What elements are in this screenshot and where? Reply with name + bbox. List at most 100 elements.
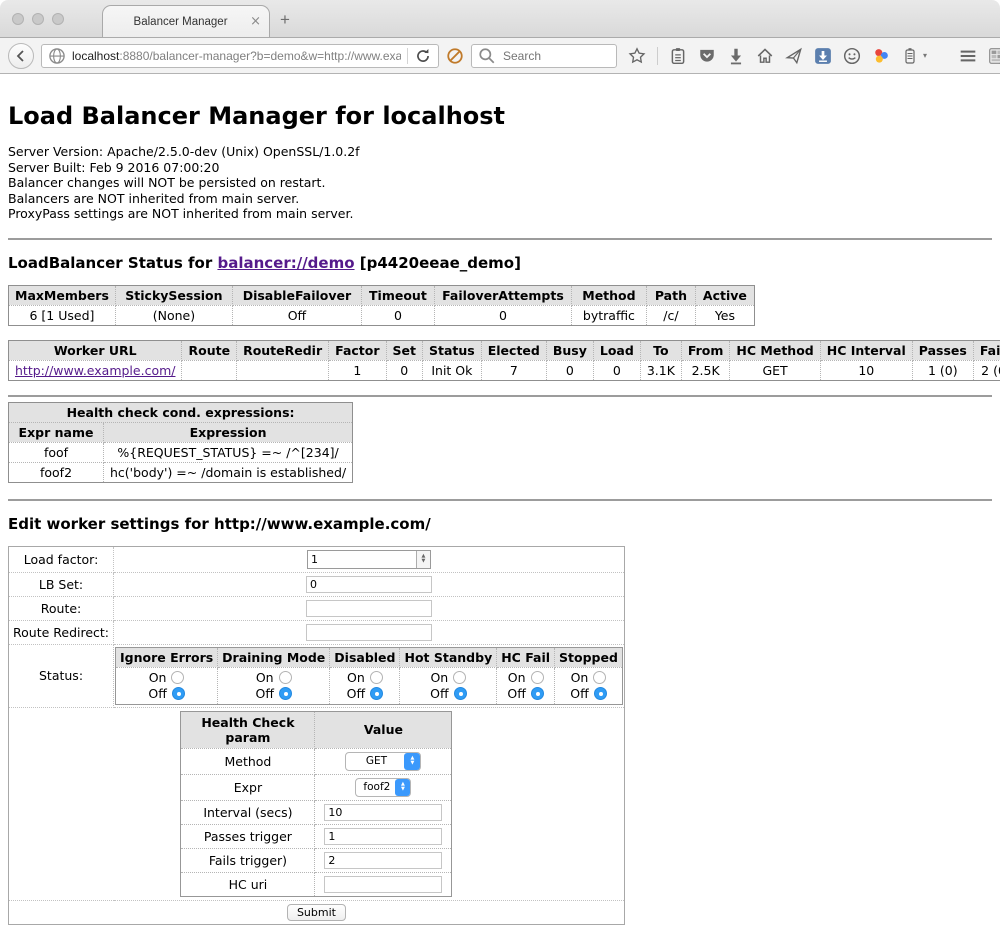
search-bar[interactable] [471, 44, 617, 68]
cell: 0 [434, 305, 571, 325]
cell: 3.1K [640, 360, 681, 380]
radio-stopped-off[interactable] [594, 687, 607, 700]
colored-dots-icon[interactable] [872, 47, 890, 65]
home-icon[interactable] [756, 47, 774, 65]
pocket-icon[interactable] [698, 47, 716, 65]
window-controls [12, 13, 64, 25]
header-cell: Path [646, 285, 695, 305]
hc-method-select[interactable]: GET ▲▼ [345, 752, 421, 771]
route-input[interactable] [306, 600, 432, 617]
cell: Off [232, 305, 361, 325]
radio-hc-fail-off[interactable] [531, 687, 544, 700]
downloads-icon[interactable] [727, 47, 745, 65]
worker-url-link[interactable]: http://www.example.com/ [15, 363, 175, 378]
minimize-window-button[interactable] [32, 13, 44, 25]
form-row-load-factor: Load factor: ▲▼ [9, 546, 625, 572]
radio-hc-fail-on[interactable] [531, 671, 544, 684]
send-plane-icon[interactable] [785, 47, 803, 65]
submit-button[interactable]: Submit [287, 904, 346, 921]
tab-balancer-manager[interactable]: Balancer Manager × [102, 5, 270, 37]
table-header-row: MaxMembers StickySession DisableFailover… [9, 285, 755, 305]
header-cell: Set [386, 340, 422, 360]
cell [182, 360, 237, 380]
table-row: foof %{REQUEST_STATUS} =~ /^[234]/ [9, 442, 353, 462]
radio-ignore-errors-on[interactable] [171, 671, 184, 684]
page-title: Load Balancer Manager for localhost [8, 102, 992, 130]
header-cell: HC Interval [820, 340, 912, 360]
url-divider [407, 48, 408, 64]
balancer-status-table: MaxMembers StickySession DisableFailover… [8, 285, 755, 326]
header-cell: Route [182, 340, 237, 360]
back-button[interactable] [8, 43, 34, 69]
browser-window: Balancer Manager × + localhost:8880/bala… [0, 0, 1000, 927]
hc-row-passes: Passes trigger [181, 824, 452, 848]
status-label: Status: [9, 644, 114, 707]
url-bar[interactable]: localhost:8880/balancer-manager?b=demo&w… [41, 44, 439, 68]
radio-draining-mode-off[interactable] [279, 687, 292, 700]
loadbalancer-status-heading: LoadBalancer Status for balancer://demo … [8, 254, 992, 272]
hc-row-fails: Fails trigger) [181, 848, 452, 872]
edit-worker-heading: Edit worker settings for http://www.exam… [8, 515, 992, 533]
radio-stopped-on[interactable] [593, 671, 606, 684]
cell: (None) [115, 305, 232, 325]
header-cell: Active [695, 285, 754, 305]
cell: 0 [386, 360, 422, 380]
cell: GET [730, 360, 820, 380]
url-text[interactable]: localhost:8880/balancer-manager?b=demo&w… [72, 49, 401, 63]
route-redirect-input[interactable] [306, 624, 432, 641]
bookmark-star-icon[interactable] [628, 47, 646, 65]
navigation-toolbar: localhost:8880/balancer-manager?b=demo&w… [0, 38, 1000, 74]
balancer-demo-link[interactable]: balancer://demo [217, 254, 354, 272]
hc-uri-input[interactable] [324, 876, 442, 893]
reading-list-icon[interactable] [669, 47, 687, 65]
cell: 2.5K [681, 360, 730, 380]
status-header-row: Ignore Errors Draining Mode Disabled Hot… [116, 647, 623, 667]
load-factor-field[interactable] [308, 551, 416, 568]
search-input[interactable] [501, 48, 605, 64]
number-spinner-icon[interactable]: ▲▼ [416, 551, 430, 568]
grid-extension-icon[interactable] [988, 47, 1000, 65]
radio-disabled-off[interactable] [370, 687, 383, 700]
header-cell: Worker URL [9, 340, 182, 360]
form-row-health-check: Health Check param Value Method GET ▲▼ [9, 707, 625, 900]
extension-download-icon[interactable] [814, 47, 832, 65]
header-cell: Expr name [9, 422, 104, 442]
proxypass-note-line: ProxyPass settings are NOT inherited fro… [8, 206, 992, 222]
health-check-expressions-table: Health check cond. expressions: Expr nam… [8, 402, 353, 483]
table-header-row: Worker URL Route RouteRedir Factor Set S… [9, 340, 1000, 360]
hc-row-method: Method GET ▲▼ [181, 748, 452, 774]
hc-expr-select[interactable]: foof2 ▲▼ [355, 778, 411, 797]
blocked-content-icon[interactable] [446, 47, 464, 65]
server-built-line: Server Built: Feb 9 2016 07:00:20 [8, 160, 992, 176]
new-tab-button[interactable]: + [280, 10, 290, 30]
radio-disabled-on[interactable] [370, 671, 383, 684]
battery-dropdown-caret[interactable]: ▾ [923, 51, 927, 60]
toolbar-icons: ▾ [628, 47, 1000, 65]
feedback-smiley-icon[interactable] [843, 47, 861, 65]
header-cell: Value [315, 711, 452, 748]
cell: 6 [1 Used] [9, 305, 116, 325]
hc-fails-input[interactable] [324, 852, 442, 869]
tab-close-icon[interactable]: × [250, 15, 261, 28]
back-arrow-icon [14, 49, 28, 63]
menu-hamburger-icon[interactable] [959, 47, 977, 65]
battery-icon[interactable] [901, 47, 919, 65]
hc-passes-input[interactable] [324, 828, 442, 845]
cell: 0 [546, 360, 593, 380]
route-label: Route: [9, 596, 114, 620]
reload-icon[interactable] [414, 47, 432, 65]
hc-interval-input[interactable] [324, 804, 442, 821]
edit-worker-form: Load factor: ▲▼ LB Set: Route: Route Red… [8, 546, 625, 925]
radio-draining-mode-on[interactable] [279, 671, 292, 684]
page-content: Load Balancer Manager for localhost Serv… [0, 102, 1000, 927]
header-cell: HC Method [730, 340, 820, 360]
hc-row-expr: Expr foof2 ▲▼ [181, 774, 452, 800]
zoom-window-button[interactable] [52, 13, 64, 25]
radio-hot-standby-on[interactable] [453, 671, 466, 684]
lb-set-input[interactable] [306, 576, 432, 593]
hc-header-row: Health Check param Value [181, 711, 452, 748]
radio-ignore-errors-off[interactable] [172, 687, 185, 700]
close-window-button[interactable] [12, 13, 24, 25]
radio-hot-standby-off[interactable] [454, 687, 467, 700]
load-factor-input[interactable]: ▲▼ [307, 550, 431, 569]
